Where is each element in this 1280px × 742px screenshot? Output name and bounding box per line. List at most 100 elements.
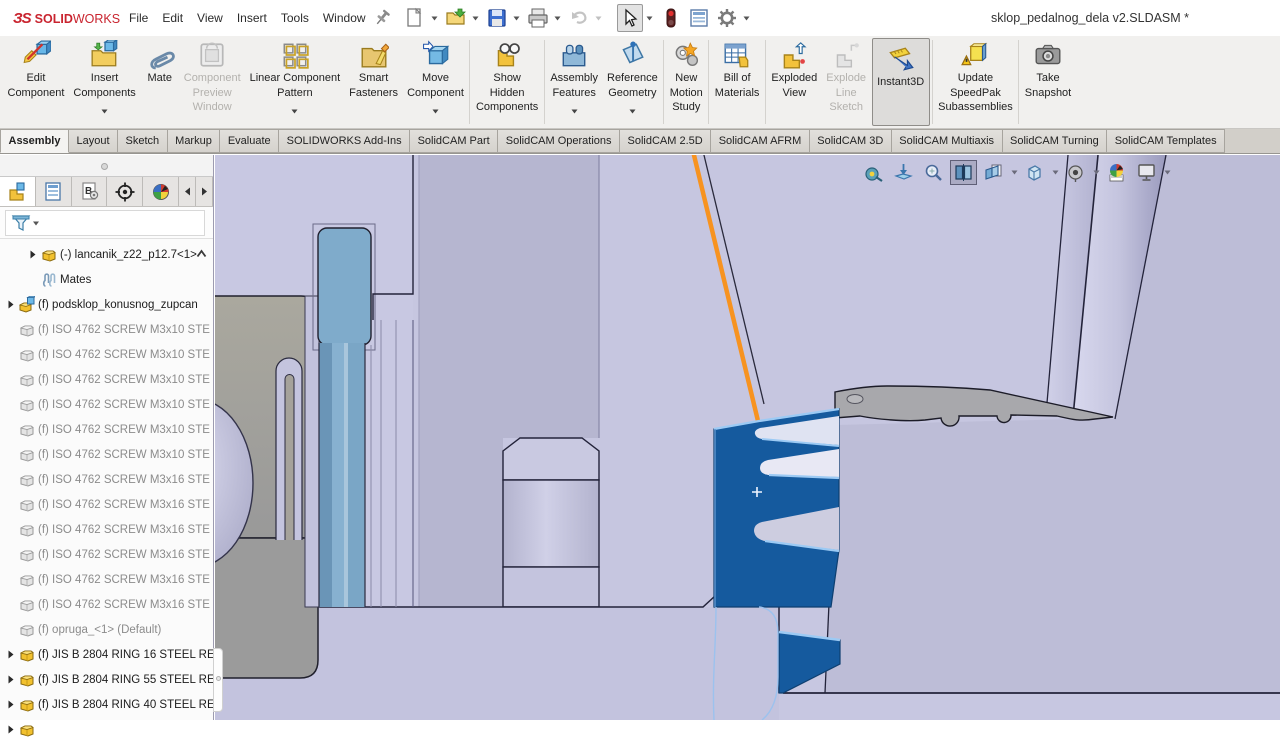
hide-show-items-button[interactable] (1062, 160, 1089, 185)
zoom-to-fit-button[interactable] (890, 160, 917, 185)
show-hidden-components-button[interactable]: Show Hidden Components (471, 36, 542, 128)
move-component-dropdown-caret[interactable] (432, 101, 439, 109)
print-button[interactable] (525, 4, 551, 32)
tab-assembly[interactable]: Assembly (0, 129, 69, 153)
zoom-to-area-button[interactable] (920, 160, 947, 185)
panel-splitter-grip[interactable] (213, 648, 223, 712)
tab-layout[interactable]: Layout (69, 129, 118, 153)
save-button[interactable] (484, 4, 510, 32)
expand-arrow-icon[interactable] (6, 700, 16, 709)
tab-solidcam-turning[interactable]: SolidCAM Turning (1003, 129, 1108, 153)
tree-item[interactable]: (f) ISO 4762 SCREW M3x10 STE (0, 417, 213, 442)
configurationmanager-tab[interactable]: B (72, 177, 108, 206)
take-snapshot-button[interactable]: Take Snapshot (1020, 36, 1075, 128)
tree-item[interactable]: (f) JIS B 2804 RING 16 STEEL RE (0, 642, 213, 667)
component-preview-window-button[interactable]: Component Preview Window (179, 36, 245, 128)
tree-item[interactable]: (f) JIS B 2804 RING 40 STEEL RE (0, 692, 213, 717)
tab-solidworks-add-ins[interactable]: SOLIDWORKS Add-Ins (279, 129, 410, 153)
mate-button[interactable]: Mate (140, 36, 179, 128)
undo-dropdown-caret[interactable] (594, 7, 603, 29)
featuremanager-tab[interactable] (0, 177, 36, 206)
menu-view[interactable]: View (190, 7, 230, 29)
assembly-features-button[interactable]: Assembly Features (546, 36, 603, 128)
options-dropdown-caret[interactable] (742, 7, 751, 29)
reference-geometry-button[interactable]: Reference Geometry (603, 36, 663, 128)
view-orientation-button[interactable] (980, 160, 1007, 185)
bill-of-materials-button[interactable]: Bill of Materials (710, 36, 764, 128)
update-speedpak-subassemblies-button[interactable]: Update SpeedPak Subassemblies (934, 36, 1018, 128)
tab-solidcam-afrm[interactable]: SolidCAM AFRM (711, 129, 810, 153)
tree-item[interactable]: Mates (0, 267, 213, 292)
select-dropdown-caret[interactable] (645, 7, 654, 29)
section-view-button[interactable] (950, 160, 977, 185)
view-settings-dropdown-caret[interactable] (1163, 170, 1171, 175)
tree-item[interactable]: (f) podsklop_konusnog_zupcan (0, 292, 213, 317)
tabs-scroll-left[interactable] (179, 177, 196, 206)
tree-item[interactable] (0, 717, 213, 742)
tree-item[interactable]: (f) opruga_<1> (Default) (0, 617, 213, 642)
tree-item[interactable]: (f) ISO 4762 SCREW M3x10 STE (0, 442, 213, 467)
tree-item[interactable]: (-) lancanik_z22_p12.7<1> (0, 242, 213, 267)
print-dropdown-caret[interactable] (553, 7, 562, 29)
hide-show-items-dropdown-caret[interactable] (1092, 170, 1100, 175)
tree-item[interactable]: (f) ISO 4762 SCREW M3x10 STE (0, 317, 213, 342)
instant3d-button[interactable]: Instant3D (872, 38, 930, 126)
expand-arrow-icon[interactable] (6, 650, 16, 659)
new-document-dropdown-caret[interactable] (430, 7, 439, 29)
pin-menu-icon[interactable] (372, 8, 392, 28)
edit-component-button[interactable]: Edit Component (3, 36, 69, 128)
tree-item[interactable]: (f) ISO 4762 SCREW M3x16 STE (0, 592, 213, 617)
tab-solidcam-operations[interactable]: SolidCAM Operations (498, 129, 620, 153)
tree-item[interactable]: (f) ISO 4762 SCREW M3x16 STE (0, 492, 213, 517)
open-dropdown-caret[interactable] (471, 7, 480, 29)
menu-file[interactable]: File (122, 7, 155, 29)
smart-fasteners-button[interactable]: Smart Fasteners (345, 36, 403, 128)
menu-insert[interactable]: Insert (230, 7, 274, 29)
tree-item[interactable]: (f) ISO 4762 SCREW M3x10 STE (0, 367, 213, 392)
tabs-scroll-right[interactable] (196, 177, 213, 206)
tree-item[interactable]: (f) ISO 4762 SCREW M3x10 STE (0, 392, 213, 417)
expand-arrow-icon[interactable] (6, 725, 16, 734)
insert-components-dropdown-caret[interactable] (101, 101, 108, 109)
save-dropdown-caret[interactable] (512, 7, 521, 29)
linear-component-pattern-button[interactable]: Linear Component Pattern (245, 36, 345, 128)
view-orientation-dropdown-caret[interactable] (1010, 170, 1018, 175)
select-button[interactable] (617, 4, 643, 32)
move-component-button[interactable]: Move Component (403, 36, 469, 128)
undo-button[interactable] (566, 4, 592, 32)
expand-arrow-icon[interactable] (6, 675, 16, 684)
tab-markup[interactable]: Markup (168, 129, 221, 153)
explode-line-sketch-button[interactable]: Explode Line Sketch (822, 36, 871, 128)
tab-solidcam-2-5d[interactable]: SolidCAM 2.5D (620, 129, 711, 153)
insert-components-button[interactable]: Insert Components (69, 36, 140, 128)
tree-item[interactable]: (f) ISO 4762 SCREW M3x10 STE (0, 342, 213, 367)
rebuild-button[interactable] (658, 4, 684, 32)
measure-button[interactable] (860, 160, 887, 185)
tree-item[interactable]: (f) ISO 4762 SCREW M3x16 STE (0, 517, 213, 542)
menu-window[interactable]: Window (316, 7, 373, 29)
new-document-button[interactable] (402, 4, 428, 32)
display-style-dropdown-caret[interactable] (1051, 170, 1059, 175)
tab-sketch[interactable]: Sketch (118, 129, 168, 153)
displaymanager-tab[interactable] (143, 177, 179, 206)
dimxpertmanager-tab[interactable] (107, 177, 143, 206)
tab-solidcam-part[interactable]: SolidCAM Part (410, 129, 498, 153)
edit-appearance-button[interactable] (1103, 160, 1130, 185)
panel-splitter-handle[interactable] (101, 163, 108, 170)
tree-filter-button[interactable] (5, 210, 205, 236)
linear-component-pattern-dropdown-caret[interactable] (291, 101, 298, 109)
file-properties-button[interactable] (686, 4, 712, 32)
tree-item[interactable]: (f) ISO 4762 SCREW M3x16 STE (0, 567, 213, 592)
tree-item[interactable]: (f) JIS B 2804 RING 55 STEEL RE (0, 667, 213, 692)
new-motion-study-button[interactable]: New Motion Study (665, 36, 707, 128)
tab-evaluate[interactable]: Evaluate (220, 129, 279, 153)
expand-arrow-icon[interactable] (6, 300, 16, 309)
assembly-features-dropdown-caret[interactable] (571, 101, 578, 109)
reference-geometry-dropdown-caret[interactable] (629, 101, 636, 109)
propertymanager-tab[interactable] (36, 177, 72, 206)
open-button[interactable] (443, 4, 469, 32)
graphics-viewport[interactable] (215, 155, 1280, 720)
options-button[interactable] (714, 4, 740, 32)
display-style-button[interactable] (1021, 160, 1048, 185)
tree-item[interactable]: (f) ISO 4762 SCREW M3x16 STE (0, 542, 213, 567)
